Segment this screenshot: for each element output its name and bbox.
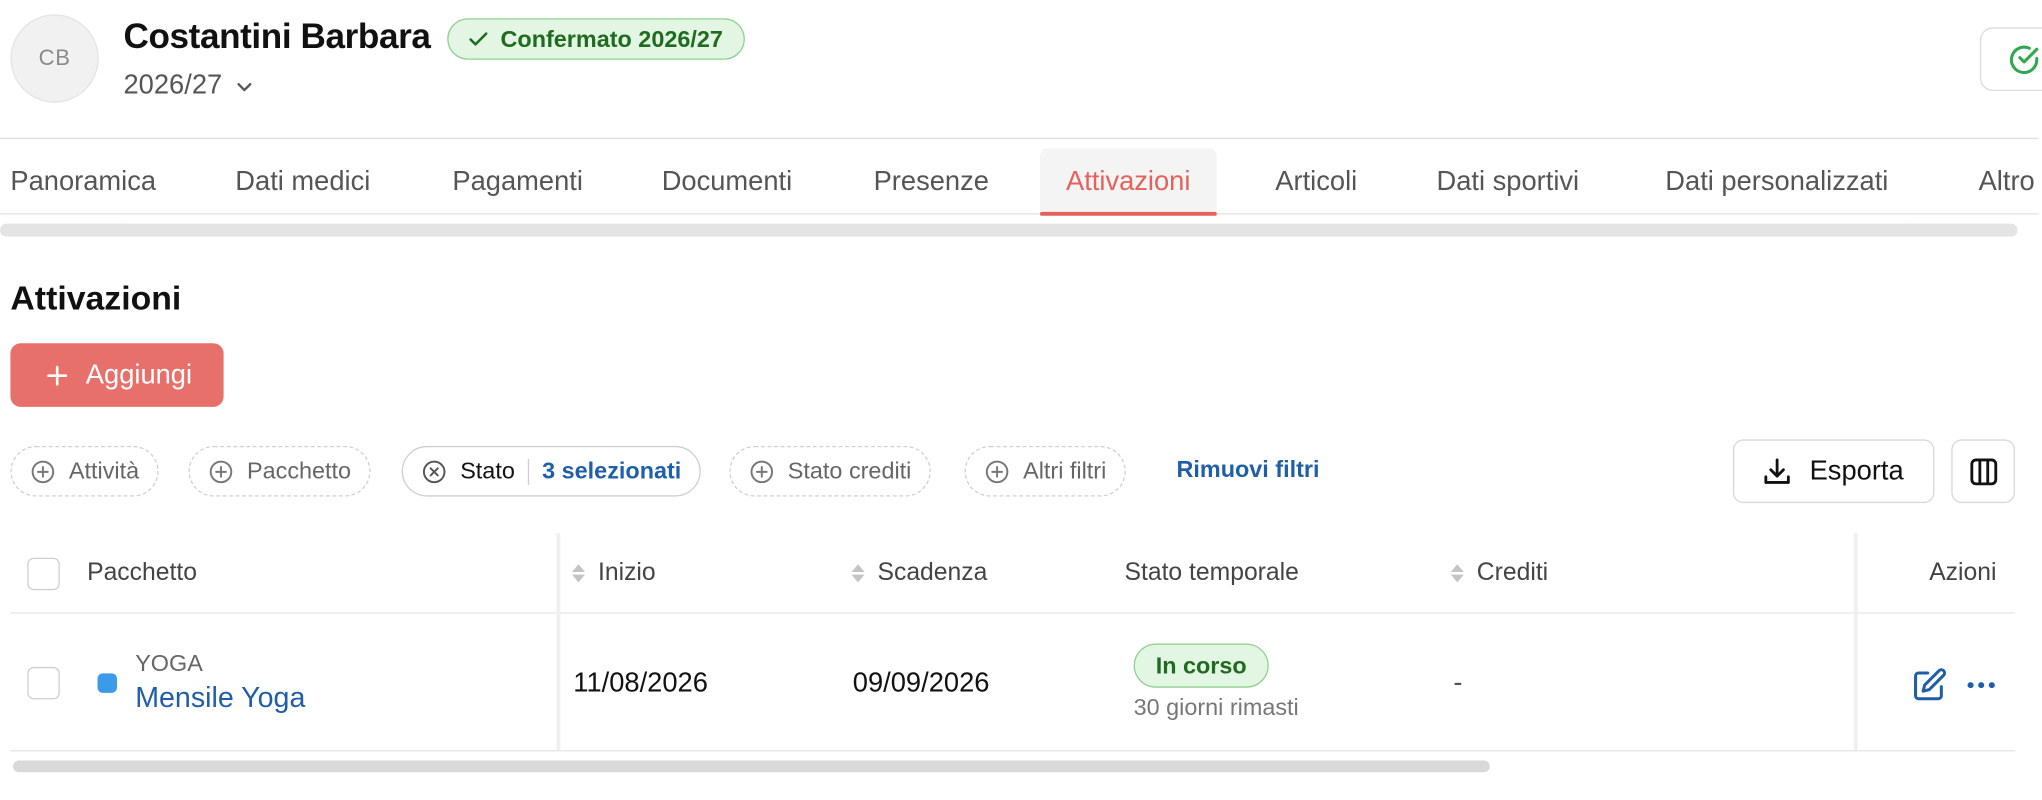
header-crediti-label: Crediti xyxy=(1476,559,1549,587)
filter-stato-crediti-label: Stato crediti xyxy=(787,457,912,484)
header-scadenza[interactable]: Scadenza xyxy=(851,559,987,588)
tab-pagamenti[interactable]: Pagamenti xyxy=(452,148,583,214)
filter-separator xyxy=(527,458,530,485)
tab-documenti[interactable]: Documenti xyxy=(662,148,793,214)
filter-attivita-label: Attività xyxy=(68,457,140,484)
tab-articoli[interactable]: Articoli xyxy=(1275,148,1357,214)
download-icon xyxy=(1764,457,1790,484)
tab-panoramica[interactable]: Panoramica xyxy=(10,148,156,214)
export-button-label: Esporta xyxy=(1809,455,1904,486)
cell-crediti: - xyxy=(1453,668,1463,699)
header-azioni: Azioni xyxy=(1929,559,1996,588)
table-scrollbar[interactable] xyxy=(13,760,1490,773)
tabs-scrollbar[interactable] xyxy=(0,223,2018,237)
section-title: Attivazioni xyxy=(10,278,182,318)
header-inizio-label: Inizio xyxy=(598,559,656,587)
filter-pacchetto[interactable]: Pacchetto xyxy=(188,445,371,497)
profile-tabs: Panoramica Dati medici Pagamenti Documen… xyxy=(0,139,2039,216)
add-button-label: Aggiungi xyxy=(85,359,193,390)
tab-altro[interactable]: Altro xyxy=(1979,148,2039,214)
filter-attivita[interactable]: Attività xyxy=(10,445,159,497)
plus-circle-icon xyxy=(209,459,233,483)
header-stato-temporale-label: Stato temporale xyxy=(1124,559,1299,587)
filter-stato-value: 3 selezionati xyxy=(542,457,682,484)
member-name: Costantini Barbara xyxy=(123,16,431,56)
filter-stato-crediti[interactable]: Stato crediti xyxy=(729,445,931,497)
header-azioni-label: Azioni xyxy=(1929,559,1997,587)
plus-circle-icon xyxy=(750,459,774,483)
filter-stato[interactable]: Stato 3 selezionati xyxy=(401,445,701,497)
plus-circle-icon xyxy=(31,459,55,483)
season-selector[interactable]: 2026/27 xyxy=(123,70,255,101)
cell-scadenza: 09/09/2026 xyxy=(852,668,990,699)
tab-attivazioni[interactable]: Attivazioni xyxy=(1040,148,1217,216)
check-icon xyxy=(469,32,488,46)
status-badge: In corso xyxy=(1133,643,1269,688)
check-circle-icon xyxy=(2009,44,2039,74)
profile-header: CB Costantini Barbara Confermato 2026/27… xyxy=(0,0,2042,140)
tab-dati-medici[interactable]: Dati medici xyxy=(235,148,370,214)
package-color-dot xyxy=(97,673,117,693)
row-checkbox[interactable] xyxy=(27,666,60,700)
plus-icon xyxy=(47,365,68,386)
select-all-checkbox[interactable] xyxy=(27,557,60,591)
header-pacchetto-label: Pacchetto xyxy=(87,559,197,587)
cell-inizio: 11/08/2026 xyxy=(573,668,708,699)
add-button[interactable]: Aggiungi xyxy=(10,343,224,407)
table-row[interactable]: YOGA Mensile Yoga 11/08/2026 09/09/2026 … xyxy=(10,614,2015,752)
package-name-link[interactable]: Mensile Yoga xyxy=(135,681,305,715)
tab-presenze[interactable]: Presenze xyxy=(874,148,989,214)
edit-icon[interactable] xyxy=(1911,667,1947,703)
columns-icon xyxy=(1969,457,1997,485)
filter-pacchetto-label: Pacchetto xyxy=(246,457,352,484)
remove-filters-link[interactable]: Rimuovi filtri xyxy=(1177,456,1320,483)
confirmed-badge-label: Confermato 2026/27 xyxy=(500,25,723,52)
avatar: CB xyxy=(10,14,99,103)
tab-dati-personalizzati[interactable]: Dati personalizzati xyxy=(1665,148,1888,214)
sort-icon xyxy=(851,564,865,583)
header-pacchetto[interactable]: Pacchetto xyxy=(87,559,197,588)
close-circle-icon[interactable] xyxy=(421,458,447,484)
filter-stato-label: Stato xyxy=(460,457,515,484)
confirmed-badge: Confermato 2026/27 xyxy=(447,18,746,60)
season-label: 2026/27 xyxy=(123,70,223,101)
filter-altri-filtri[interactable]: Altri filtri xyxy=(964,445,1126,497)
package-category: YOGA xyxy=(135,650,203,676)
header-crediti[interactable]: Crediti xyxy=(1450,559,1549,588)
columns-button[interactable] xyxy=(1951,439,2015,504)
plus-circle-icon xyxy=(985,459,1009,483)
more-options-icon[interactable] xyxy=(1963,667,1999,703)
table-header-row: Pacchetto Inizio Scadenza Stato temporal… xyxy=(10,533,2015,614)
header-scadenza-label: Scadenza xyxy=(877,559,988,587)
status-remaining-days: 30 giorni rimasti xyxy=(1133,694,1299,721)
sort-icon xyxy=(572,564,585,583)
chevron-down-icon xyxy=(237,83,252,92)
tab-dati-sportivi[interactable]: Dati sportivi xyxy=(1437,148,1580,214)
header-inizio[interactable]: Inizio xyxy=(572,559,656,588)
header-stato-temporale[interactable]: Stato temporale xyxy=(1125,559,1299,588)
activations-table: Pacchetto Inizio Scadenza Stato temporal… xyxy=(10,533,2015,754)
sort-icon xyxy=(1450,564,1464,583)
export-button[interactable]: Esporta xyxy=(1732,439,1935,504)
filter-altri-filtri-label: Altri filtri xyxy=(1023,457,1107,484)
confirm-action-button[interactable] xyxy=(1979,27,2042,91)
